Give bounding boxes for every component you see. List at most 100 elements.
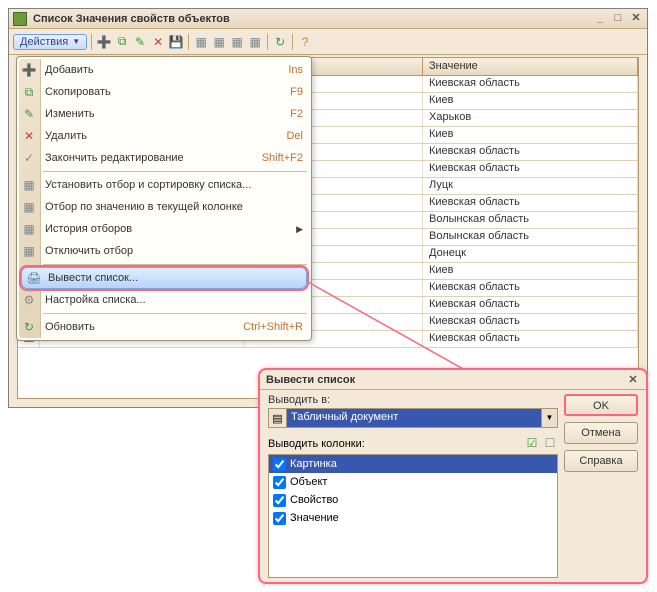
menu-item[interactable]: ▦ Установить отбор и сортировку списка... [17,174,311,196]
dialog-title: Вывести список [266,374,626,386]
menu-item-icon: ✓ [21,151,37,165]
column-checkbox[interactable] [273,476,286,489]
dialog-close-button[interactable]: ✕ [626,373,640,387]
export-list-dialog: Вывести список ✕ Выводить в: ▤ Табличный… [258,368,648,584]
output-to-value: Табличный документ [287,409,541,427]
menu-item[interactable]: ⧉ СкопироватьF9 [17,81,311,103]
columns-label: Выводить колонки: [268,438,522,450]
menu-separator [43,313,307,314]
refresh-icon[interactable]: ↻ [272,34,288,50]
menu-item-label: Удалить [45,130,286,142]
save-icon[interactable]: 💾 [168,34,184,50]
menu-item-icon: ▦ [21,244,37,258]
menu-item-label: Скопировать [45,86,290,98]
column-item[interactable]: Свойство [269,491,557,509]
menu-item-icon: ▦ [21,222,37,236]
menu-item-label: Добавить [45,64,288,76]
cell-value: Харьков [423,110,638,126]
column-label: Объект [290,476,327,488]
menu-item-shortcut: Ins [288,64,303,76]
column-label: Картинка [290,458,337,470]
filter-icon[interactable]: ▦ [193,34,209,50]
window-title: Список Значения свойств объектов [33,13,230,25]
filter-off-icon[interactable]: ▦ [247,34,263,50]
menu-item-label: История отборов [45,223,292,235]
menu-item-label: Отключить отбор [45,245,303,257]
column-item[interactable]: Значение [269,509,557,527]
column-label: Свойство [290,494,338,506]
filter2-icon[interactable]: ▦ [211,34,227,50]
menu-item[interactable]: ▦ Отключить отбор [17,240,311,262]
uncheck-all-icon[interactable]: ☐ [542,436,558,452]
output-to-combo[interactable]: ▤ Табличный документ ▼ [268,408,558,428]
column-label: Значение [290,512,339,524]
menu-item-icon: ⧉ [21,85,37,100]
cell-value: Киевская область [423,144,638,160]
help-icon[interactable]: ? [297,34,313,50]
copy-icon[interactable]: ⧉ [114,34,130,50]
cell-value: Волынская область [423,229,638,245]
output-to-label: Выводить в: [268,394,558,406]
window-icon [13,12,27,26]
menu-item-icon: ✎ [21,107,37,121]
menu-item-shortcut: Ctrl+Shift+R [243,321,303,333]
menu-item-label: Отбор по значению в текущей колонке [45,201,303,213]
menu-separator [43,264,307,265]
ok-button[interactable]: OK [564,394,638,416]
actions-menu: ➕ ДобавитьIns ⧉ СкопироватьF9 ✎ ИзменитьF2 ✕Уд… [16,56,312,341]
maximize-button[interactable]: □ [611,12,625,26]
menu-item-label: Обновить [45,321,243,333]
menu-item-shortcut: Shift+F2 [262,152,303,164]
menu-item-label: Установить отбор и сортировку списка... [45,179,303,191]
menu-item[interactable]: ✕УдалитьDel [17,125,311,147]
actions-dropdown[interactable]: Действия ▼ [13,34,87,50]
menu-item[interactable]: ▦ История отборов ▶ [17,218,311,240]
column-checkbox[interactable] [273,512,286,525]
cell-value: Киев [423,93,638,109]
column-checkbox[interactable] [273,458,286,471]
menu-item[interactable]: 🖨 Вывести список... [21,267,307,289]
menu-item[interactable]: ✎ ИзменитьF2 [17,103,311,125]
minimize-button[interactable]: _ [593,12,607,26]
menu-separator [43,171,307,172]
menu-item-shortcut: F9 [290,86,303,98]
add-icon[interactable]: ➕ [96,34,112,50]
cell-value: Киев [423,127,638,143]
cell-value: Луцк [423,178,638,194]
menu-item[interactable]: ➕ ДобавитьIns [17,59,311,81]
menu-item[interactable]: ⚙Настройка списка... [17,289,311,311]
menu-item-shortcut: Del [286,130,303,142]
menu-item[interactable]: ↻ОбновитьCtrl+Shift+R [17,316,311,338]
menu-item-icon: ▦ [21,178,37,192]
edit-icon[interactable]: ✎ [132,34,148,50]
menu-item[interactable]: ▦ Отбор по значению в текущей колонке [17,196,311,218]
menu-item-icon: ▦ [21,200,37,214]
menu-item-label: Закончить редактирование [45,152,262,164]
close-button[interactable]: ✕ [629,12,643,26]
check-all-icon[interactable]: ☑ [524,436,540,452]
columns-listbox[interactable]: Картинка Объект Свойство Значение [268,454,558,578]
menu-item-label: Изменить [45,108,290,120]
filter3-icon[interactable]: ▦ [229,34,245,50]
toolbar: Действия ▼ ➕ ⧉ ✎ ✕ 💾 ▦ ▦ ▦ ▦ ↻ ? [9,29,647,55]
chevron-down-icon[interactable]: ▼ [541,409,557,427]
titlebar: Список Значения свойств объектов _ □ ✕ [9,9,647,29]
menu-item[interactable]: ✓ Закончить редактированиеShift+F2 [17,147,311,169]
document-icon: ▤ [269,409,287,427]
column-checkbox[interactable] [273,494,286,507]
cell-value: Волынская область [423,212,638,228]
cell-value: Киевская область [423,195,638,211]
cell-value: Донецк [423,246,638,262]
column-item[interactable]: Объект [269,473,557,491]
grid-header-value[interactable]: Значение [423,58,638,75]
menu-item-icon: 🖨 [26,271,42,285]
help-button[interactable]: Справка [564,450,638,472]
cancel-button[interactable]: Отмена [564,422,638,444]
chevron-right-icon: ▶ [296,224,303,235]
menu-item-label: Вывести список... [48,272,298,284]
delete-icon[interactable]: ✕ [150,34,166,50]
menu-item-icon: ➕ [21,63,37,77]
menu-item-shortcut: F2 [290,108,303,120]
column-item[interactable]: Картинка [269,455,557,473]
cell-value: Киевская область [423,161,638,177]
